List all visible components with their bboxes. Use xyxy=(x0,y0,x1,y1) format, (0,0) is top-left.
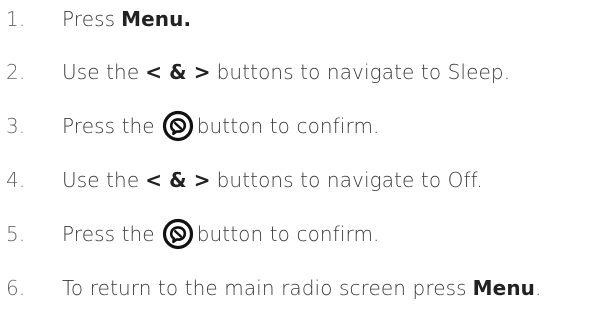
step-5: 5. Press the button to confirm. xyxy=(0,216,380,252)
step-number: 5. xyxy=(6,222,26,246)
arrow-buttons-label: < & > xyxy=(145,168,211,192)
step-2: 2. Use the < & > buttons to navigate to Sl… xyxy=(0,54,510,90)
step-4: 4. Use the < & > buttons to navigate to Of… xyxy=(0,162,483,198)
confirm-button-icon xyxy=(161,217,195,251)
step-text: buttons to navigate to Off. xyxy=(216,168,483,192)
step-text: buttons to navigate to Sleep. xyxy=(216,60,511,84)
step-text: Press the xyxy=(62,114,155,138)
step-number: 1. xyxy=(6,7,26,31)
step-number: 3. xyxy=(6,114,26,138)
confirm-button-icon xyxy=(161,109,195,143)
step-number: 2. xyxy=(6,60,26,84)
step-1: 1. Press Menu. xyxy=(0,1,191,37)
menu-button-label: Menu xyxy=(472,276,535,300)
step-number: 4. xyxy=(6,168,26,192)
step-text: button to confirm. xyxy=(196,114,380,138)
step-text: . xyxy=(535,276,542,300)
step-number: 6. xyxy=(6,276,26,300)
step-text: Press the xyxy=(62,222,155,246)
menu-button-label: Menu. xyxy=(121,7,192,31)
step-text: button to confirm. xyxy=(196,222,380,246)
step-3: 3. Press the button to confirm. xyxy=(0,108,380,144)
step-text: Use the xyxy=(62,60,140,84)
arrow-buttons-label: < & > xyxy=(145,60,211,84)
step-text: Use the xyxy=(62,168,140,192)
step-text: Press xyxy=(62,7,116,31)
step-text: To return to the main radio screen press xyxy=(62,276,467,300)
step-6: 6. To return to the main radio screen pr… xyxy=(0,270,541,306)
